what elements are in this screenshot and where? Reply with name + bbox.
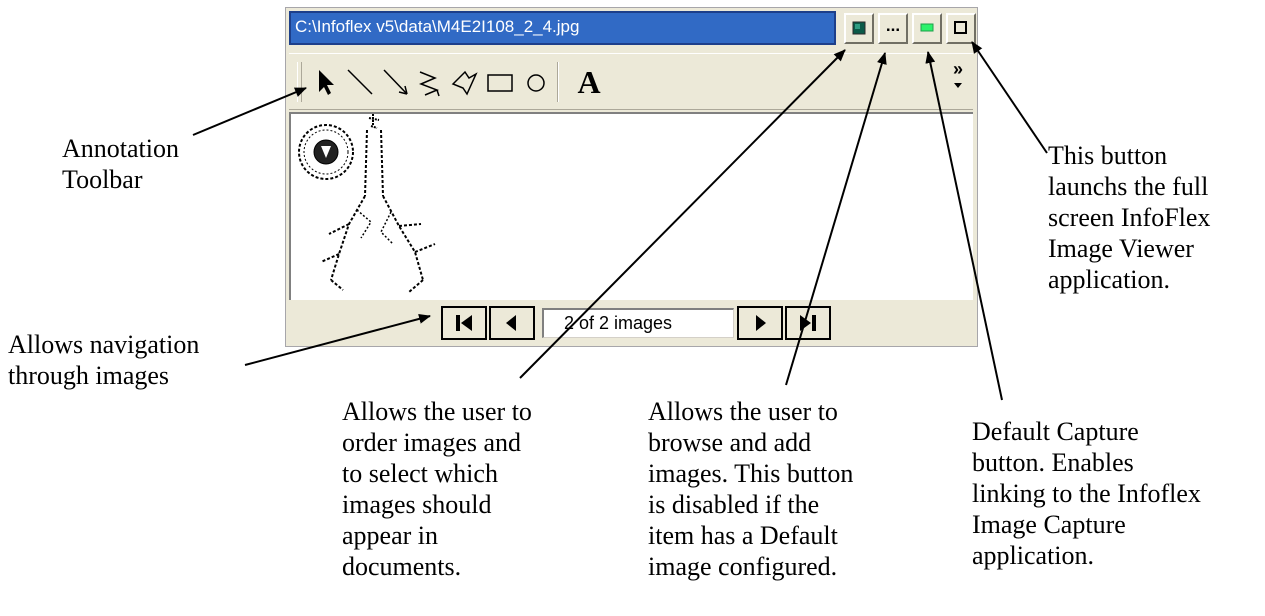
full-screen-viewer-callout: This button launchs the full screen Info… <box>1048 141 1211 294</box>
navigation-arrow <box>244 313 431 366</box>
default-capture-arrow <box>925 51 1003 401</box>
default-capture-callout: Default Capture button. Enables linking … <box>972 417 1201 570</box>
browse-add-arrow <box>785 52 887 386</box>
order-images-arrow <box>519 49 846 379</box>
annotation-toolbar-arrow <box>192 87 307 136</box>
browse-add-callout: Allows the user to browse and add images… <box>648 397 854 581</box>
full-screen-arrow <box>971 41 1048 154</box>
order-images-callout: Allows the user to order images and to s… <box>342 397 532 581</box>
navigation-callout: Allows navigation through images <box>8 330 200 390</box>
annotation-toolbar-callout: Annotation Toolbar <box>62 134 179 194</box>
